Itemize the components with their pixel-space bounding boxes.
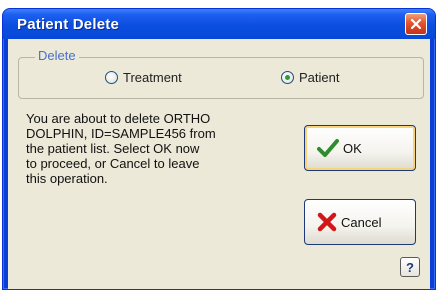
ok-button[interactable]: OK xyxy=(304,125,416,171)
help-button-label: ? xyxy=(406,259,414,275)
delete-group-label: Delete xyxy=(35,48,79,63)
radio-patient-label: Patient xyxy=(299,70,340,85)
delete-groupbox: Delete Treatment Patient xyxy=(18,48,424,99)
red-x-icon xyxy=(317,212,337,232)
window-title: Patient Delete xyxy=(17,16,119,33)
radio-patient-circle[interactable] xyxy=(281,71,294,84)
close-icon xyxy=(410,18,422,30)
checkmark-icon xyxy=(317,139,339,157)
cancel-button-label: Cancel xyxy=(341,214,382,230)
close-button[interactable] xyxy=(405,13,427,35)
patient-delete-dialog: Patient Delete Delete Treatment Patient … xyxy=(2,8,436,290)
radio-treatment[interactable]: Treatment xyxy=(105,70,182,85)
radio-treatment-circle[interactable] xyxy=(105,71,118,84)
radio-patient[interactable]: Patient xyxy=(281,70,339,85)
cancel-button[interactable]: Cancel xyxy=(304,199,416,245)
help-button[interactable]: ? xyxy=(400,257,420,277)
dialog-body: Delete Treatment Patient You are about t… xyxy=(8,39,430,289)
radio-treatment-label: Treatment xyxy=(123,70,182,85)
title-bar[interactable]: Patient Delete xyxy=(3,9,435,39)
confirmation-message: You are about to delete ORTHO DOLPHIN, I… xyxy=(26,111,216,186)
ok-button-label: OK xyxy=(343,140,362,156)
